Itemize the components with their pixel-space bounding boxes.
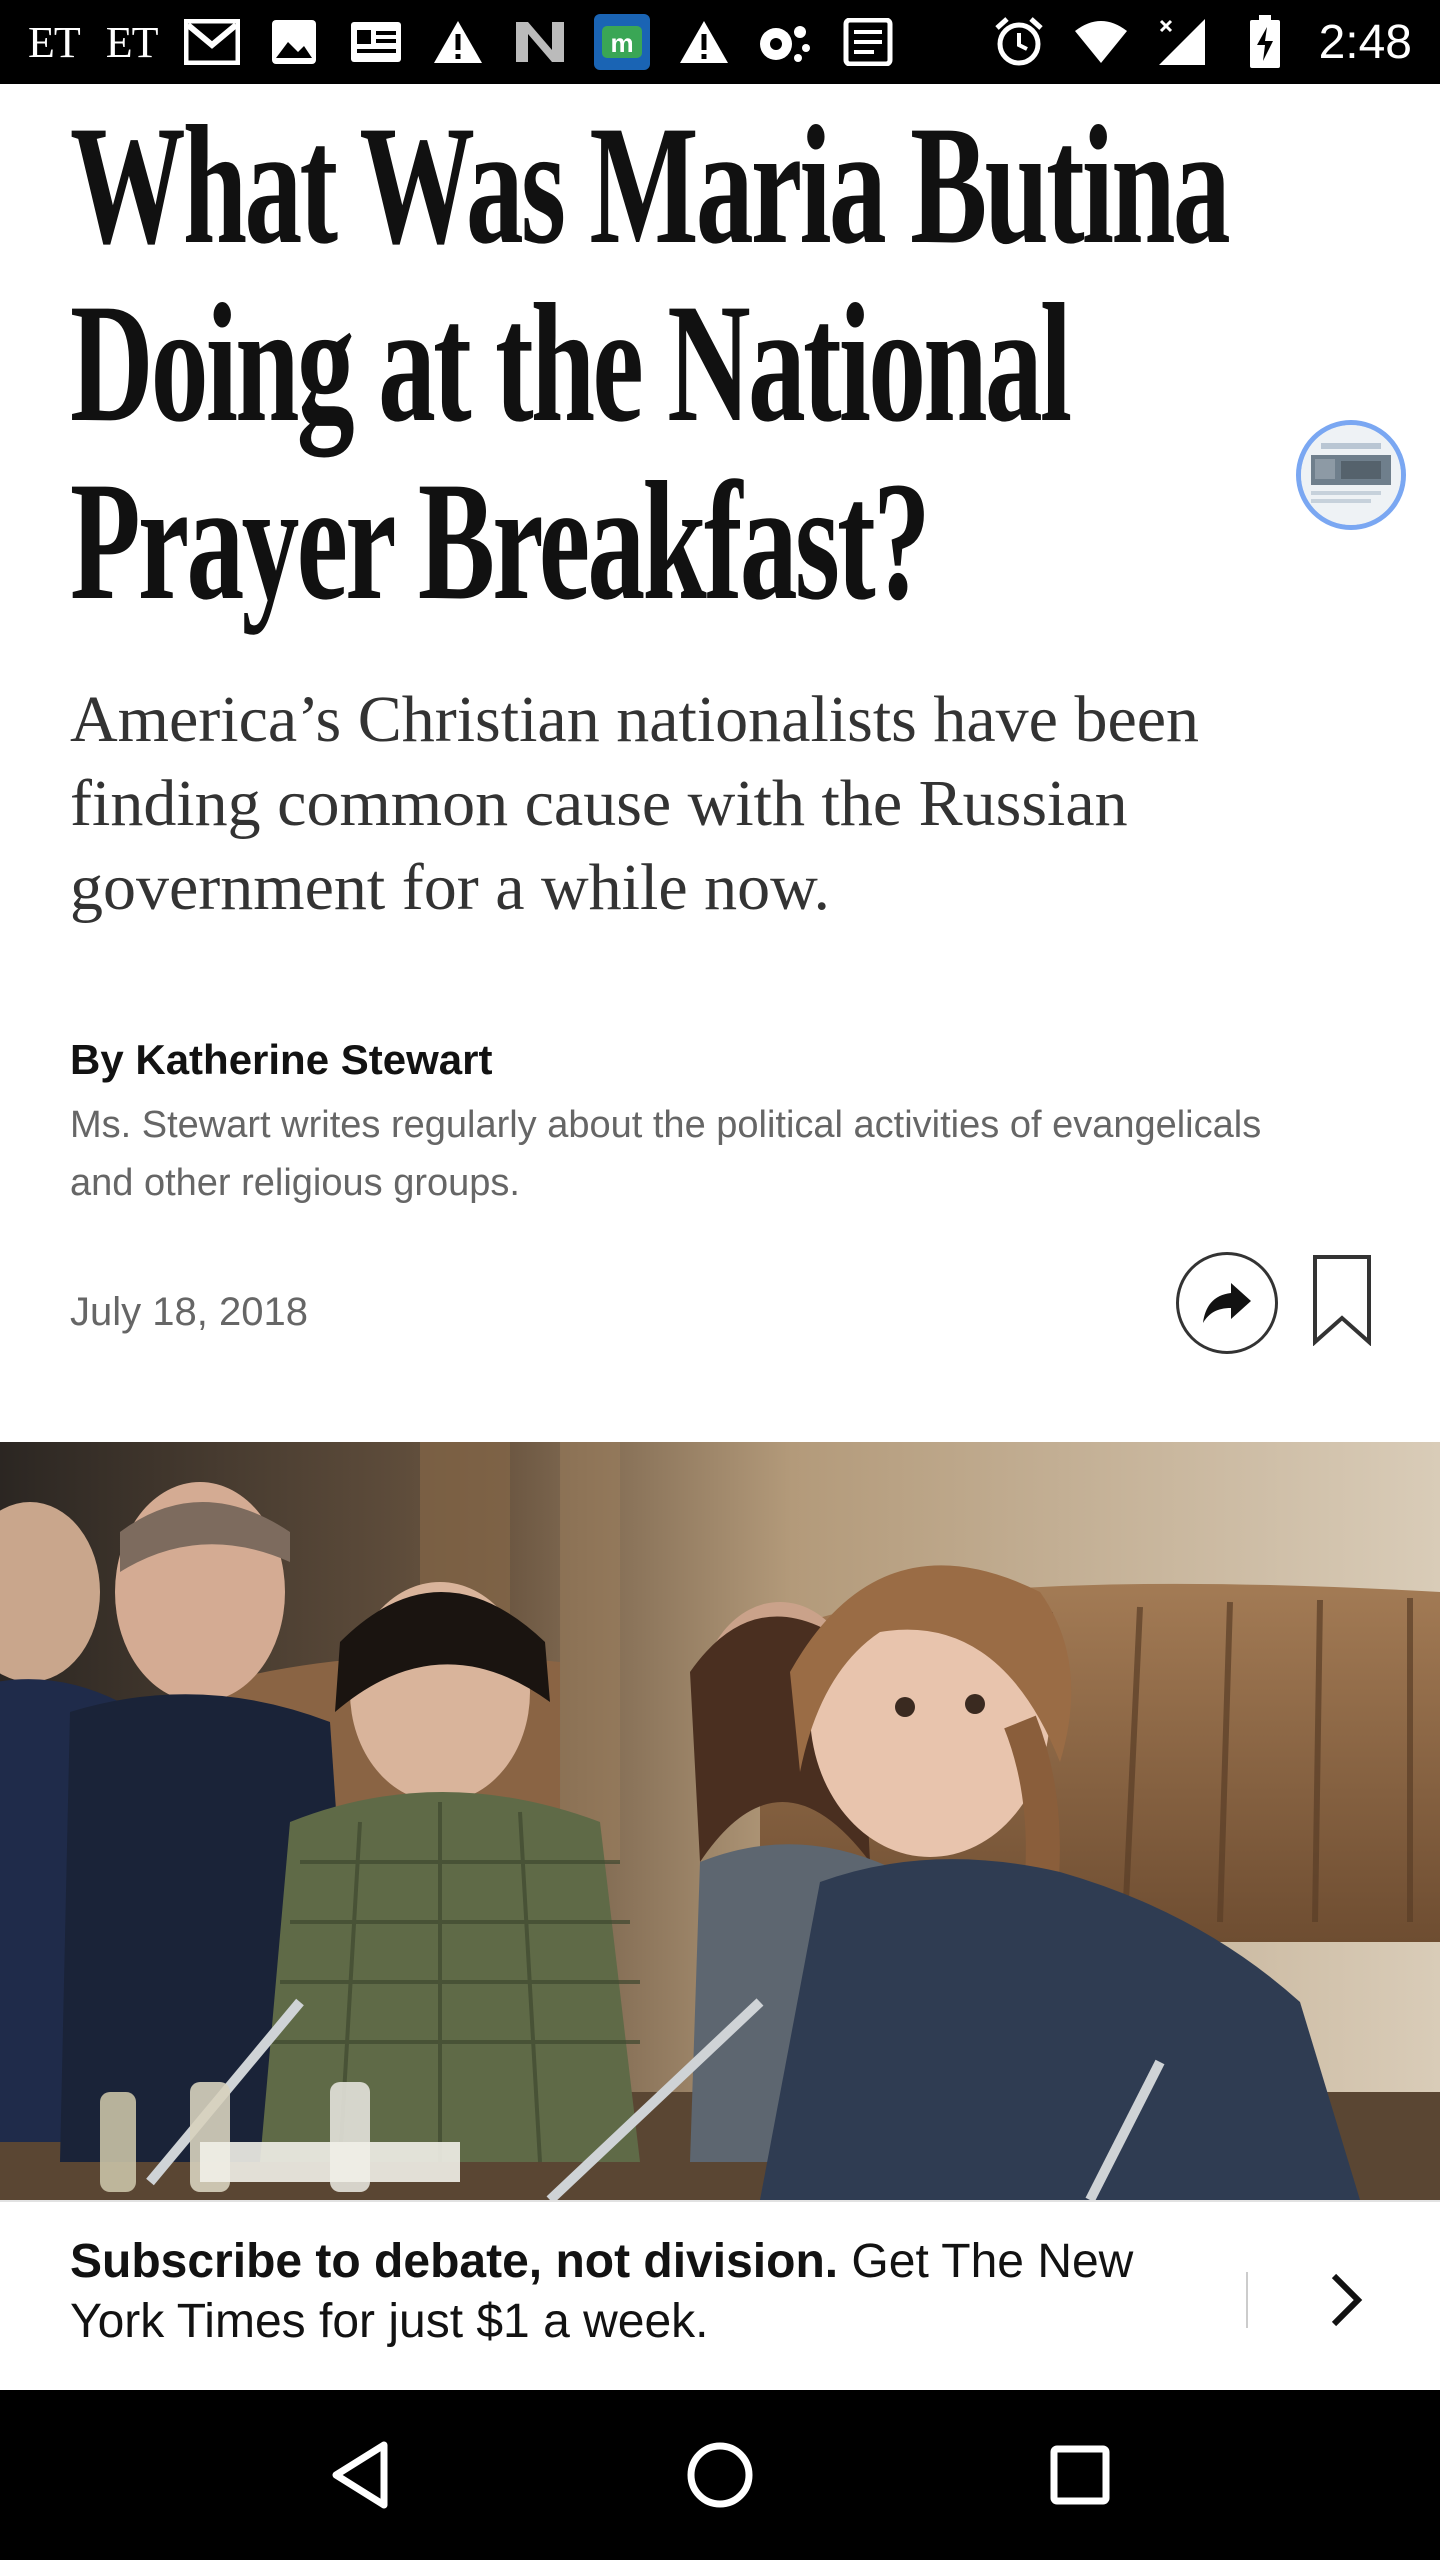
warning-icon: [430, 14, 486, 70]
status-bar-notifications: ET ET m: [28, 14, 896, 70]
notification-et-2: ET: [105, 17, 159, 67]
hearing-photo-illustration: [0, 1442, 1440, 2200]
n-app-icon: [512, 14, 568, 70]
article-headline: What Was Maria Butina Doing at the Natio…: [70, 91, 1231, 635]
clock-time: 2:48: [1318, 15, 1412, 69]
recents-square-icon: [1050, 2445, 1110, 2505]
share-arrow-icon: [1203, 1283, 1251, 1323]
bookmark-icon: [1313, 1255, 1371, 1347]
news-list-icon: [840, 14, 896, 70]
article-summary: America’s Christian nationalists have be…: [70, 683, 1200, 924]
recents-button[interactable]: [1020, 2415, 1140, 2535]
home-circle-icon: [687, 2442, 753, 2508]
back-button[interactable]: [300, 2415, 420, 2535]
m-app-icon: m: [593, 14, 650, 70]
subscribe-text: Subscribe to debate, not division. Get T…: [70, 2232, 1170, 2352]
wifi-icon: [1073, 14, 1129, 70]
home-button[interactable]: [660, 2415, 780, 2535]
bookmark-button[interactable]: [1312, 1254, 1372, 1347]
status-bar-system: 2:48: [991, 14, 1412, 70]
news-card-icon: [348, 14, 404, 70]
subscribe-divider: [1246, 2272, 1248, 2328]
battery-charging-icon: [1237, 14, 1293, 70]
status-bar: ET ET m 2:48: [0, 0, 1440, 84]
thumbnail-icon: [1301, 425, 1401, 525]
warning-icon: [676, 14, 732, 70]
subscribe-banner[interactable]: Subscribe to debate, not division. Get T…: [0, 2200, 1440, 2390]
floating-chat-head[interactable]: [1296, 420, 1406, 530]
notification-et-1: ET: [28, 17, 81, 67]
chevron-right-icon: [1331, 2273, 1363, 2327]
svg-text:m: m: [610, 28, 633, 58]
navigation-bar: [0, 2390, 1440, 2560]
assistant-icon: [758, 14, 814, 70]
alarm-icon: [991, 14, 1047, 70]
headline-container: What Was Maria Butina Doing at the Natio…: [70, 96, 1370, 656]
publish-date: July 18, 2018: [70, 1290, 308, 1334]
photo-icon: [266, 14, 322, 70]
subscribe-bold-text: Subscribe to debate, not division.: [70, 2235, 839, 2288]
subscribe-arrow-button[interactable]: [1316, 2262, 1376, 2338]
signal-icon: [1155, 14, 1211, 70]
author-bio: Ms. Stewart writes regularly about the p…: [70, 1104, 1262, 1204]
article-photo: [0, 1442, 1440, 2200]
gmail-icon: [183, 14, 240, 70]
share-button[interactable]: [1176, 1252, 1278, 1354]
article-byline[interactable]: By Katherine Stewart: [70, 1036, 492, 1084]
back-triangle-icon: [332, 2441, 388, 2509]
